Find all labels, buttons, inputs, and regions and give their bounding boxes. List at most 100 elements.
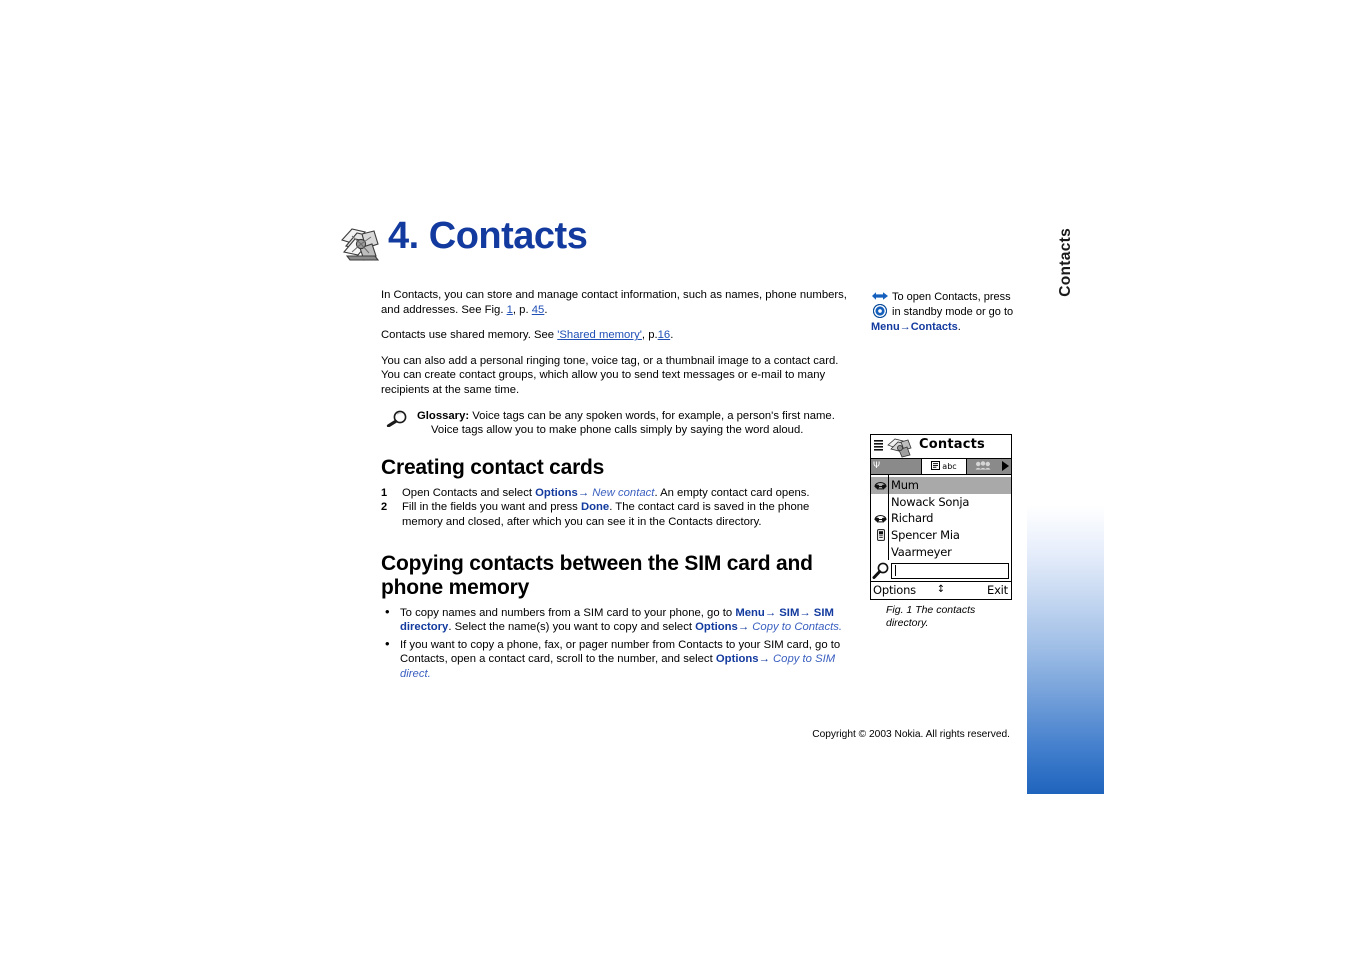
page-number: 45	[1052, 863, 1079, 889]
contact-name: Mum	[891, 478, 919, 493]
glossary-label: Glossary:	[417, 409, 470, 422]
contact-name: Nowack Sonja	[891, 494, 970, 509]
glossary-note: Glossary: Voice tags can be any spoken w…	[385, 409, 851, 438]
phone-screen-title: Contacts	[919, 437, 985, 452]
bullet-bold-options: Options	[695, 621, 738, 634]
magnifier-icon	[872, 562, 892, 580]
step-bold-options: Options	[535, 486, 578, 499]
phone-tab-row: Ψ abc	[871, 458, 1011, 475]
bullet-arrow-2: →	[799, 606, 814, 619]
antenna-icon: Ψ	[873, 461, 881, 471]
bullet-marker: •	[385, 635, 390, 651]
section-heading-copying: Copying contacts between the SIM card an…	[381, 551, 813, 599]
right-arrow-icon[interactable]	[1002, 461, 1009, 471]
magnifier-icon	[385, 410, 411, 427]
contact-name: Vaarmeyer	[891, 544, 952, 559]
contacts-app-icon	[886, 436, 914, 458]
text-caret	[895, 564, 896, 576]
figure-caption-line-1: Fig. 1 The contacts	[886, 603, 976, 616]
contact-cards-icon	[338, 222, 384, 266]
intro-p1-end: .	[544, 303, 548, 316]
bullet-text-b: . Select the name(s) you want to copy an…	[448, 621, 696, 634]
intro-paragraph-1: In Contacts, you can store and manage co…	[381, 288, 851, 317]
phone-title-row: Contacts	[871, 435, 1011, 458]
intro-p1-mid: , p.	[512, 303, 532, 316]
step-italic-new-contact: New contact	[592, 486, 655, 499]
softkey-options[interactable]: Options	[873, 583, 916, 597]
bullet-marker: •	[385, 603, 390, 619]
note-arrow-glyph: →	[899, 320, 911, 333]
glossary-body: Glossary: Voice tags can be any spoken w…	[417, 409, 851, 438]
mobile-icon	[873, 529, 888, 542]
glossary-line-2: Voice tags allow you to make phone calls…	[431, 424, 804, 437]
signal-bars-icon	[874, 437, 885, 451]
bullet-bold-options: Options	[715, 653, 759, 666]
bullet-bold-sim: SIM	[779, 606, 800, 619]
bullet-text-b: .	[427, 667, 431, 680]
no-icon	[873, 545, 888, 558]
phone-screen: Contacts Ψ abc Mum Nowack Sonja Richard …	[870, 434, 1012, 600]
list-divider	[888, 475, 889, 560]
list-item[interactable]: Spencer Mia	[871, 527, 1011, 544]
creating-steps-list: 1 Open Contacts and select Options→ New c…	[381, 486, 851, 530]
document-page: Contacts 45 4. Contacts In Contacts, you…	[0, 0, 1351, 954]
joystick-icon	[873, 304, 887, 319]
note-text-a: To open Contacts, press	[892, 291, 1011, 303]
side-tab-label-wrap: Contacts	[1027, 228, 1104, 348]
list-item[interactable]: Nowack Sonja	[871, 494, 1011, 511]
phone-icon	[873, 512, 888, 525]
margin-note: To open Contacts, press in standby mode …	[871, 290, 1019, 334]
contacts-list[interactable]: Mum Nowack Sonja Richard Spencer Mia Vaa…	[871, 475, 1011, 560]
step-bold-done: Done	[580, 501, 610, 514]
note-bold-contacts: Contacts	[910, 320, 958, 333]
step-text-a: Open Contacts and select	[402, 486, 536, 499]
bullet-arrow-1: →	[758, 653, 773, 666]
list-item: 1 Open Contacts and select Options→ New c…	[381, 486, 851, 501]
list-item[interactable]: Vaarmeyer	[871, 543, 1011, 560]
phone-figure: Contacts Ψ abc Mum Nowack Sonja Richard …	[870, 434, 1012, 630]
main-content-column: In Contacts, you can store and manage co…	[381, 288, 851, 685]
copyright-footer: Copyright © 2003 Nokia. All rights reser…	[812, 729, 1010, 740]
page-title: 4. Contacts	[388, 215, 588, 257]
bullet-text-a: To copy names and numbers from a SIM car…	[400, 606, 736, 619]
tab-groups[interactable]	[971, 459, 995, 474]
list-item[interactable]: Mum	[871, 477, 1011, 494]
phone-search-row[interactable]	[871, 561, 1011, 581]
tab-name-list[interactable]: abc	[921, 459, 967, 474]
search-input[interactable]	[891, 562, 1009, 579]
page-45-link[interactable]: 45	[532, 304, 545, 316]
bullet-arrow-3: →	[737, 621, 753, 634]
bullet-bold-menu: Menu	[735, 606, 765, 619]
figure-caption: Fig. 1 The contacts directory.	[870, 604, 1012, 630]
contact-name: Spencer Mia	[891, 528, 960, 543]
list-item: 2 Fill in the fields you want and press D…	[381, 500, 851, 529]
contact-name: Richard	[891, 511, 934, 526]
intro-p2-mid: , p.	[641, 329, 658, 342]
shared-memory-link[interactable]: 'Shared memory'	[557, 329, 642, 341]
intro-p2-text: Contacts use shared memory. See	[381, 329, 558, 342]
step-text-a: Fill in the fields you want and press	[402, 501, 581, 514]
bullet-text-c: .	[838, 621, 843, 634]
glossary-line-1: Voice tags can be any spoken words, for …	[469, 409, 835, 422]
no-icon	[873, 495, 888, 508]
copying-bullet-list: • To copy names and numbers from a SIM ca…	[381, 603, 851, 682]
phone-softkey-bar: Options ↕ Exit	[871, 580, 1011, 599]
groups-icon	[975, 461, 991, 472]
list-item: • To copy names and numbers from a SIM ca…	[381, 603, 851, 635]
blue-arrow-icon	[871, 290, 889, 302]
bullet-italic-copy-to-contacts: Copy to Contacts	[752, 621, 839, 634]
step-number: 2	[381, 501, 388, 514]
side-tab-label: Contacts	[1056, 228, 1074, 297]
step-text-b: . An empty contact card opens.	[654, 486, 810, 499]
scroll-indicator-icon: ↕	[936, 583, 946, 595]
tab-active-label: abc	[942, 462, 957, 471]
bullet-arrow-1: →	[764, 606, 780, 619]
note-text-c: .	[957, 320, 961, 333]
list-item: • If you want to copy a phone, fax, or pa…	[381, 635, 851, 682]
softkey-exit[interactable]: Exit	[987, 583, 1008, 597]
note-bold-menu: Menu	[871, 320, 900, 333]
list-item[interactable]: Richard	[871, 510, 1011, 527]
name-list-icon	[931, 461, 941, 472]
section-heading-creating: Creating contact cards	[381, 455, 605, 479]
page-16-link[interactable]: 16	[658, 329, 671, 341]
